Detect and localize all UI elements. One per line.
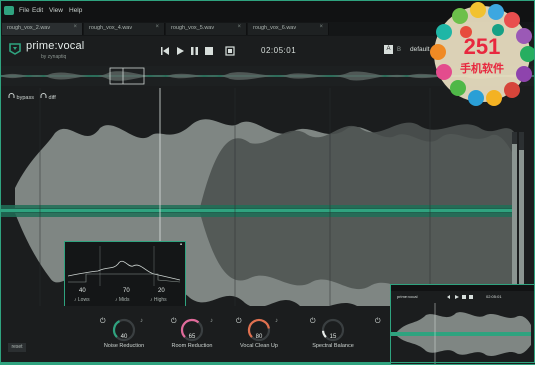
stop-icon[interactable] <box>205 47 213 55</box>
solo-icon[interactable]: ♪ <box>210 318 213 324</box>
thumbnail-product-name: prime:vocal <box>397 294 418 299</box>
highs-label[interactable]: ♪ Highs <box>150 297 167 303</box>
solo-icon[interactable]: ♪ <box>140 318 143 324</box>
thumbnail-preview: prime:vocal 02:05:01 <box>390 284 535 365</box>
thumbnail-menubar <box>391 285 535 291</box>
diff-toggle[interactable]: diff <box>40 93 56 101</box>
tab-file-2[interactable]: rough_vox_4.wav × <box>84 23 165 35</box>
vocal-clean-up-label: Vocal Clean Up <box>240 343 278 349</box>
time-display: 02:05:01 <box>261 46 297 55</box>
menu-file[interactable]: File <box>19 7 29 14</box>
noise-reduction-label: Noise Reduction <box>103 343 145 349</box>
bypass-toggle[interactable]: bypass <box>8 93 34 101</box>
thumbnail-waveform <box>391 303 535 364</box>
noise-reduction-popup: ▪ 40 70 20 ♪ Lows ♪ Mids ♪ Highs <box>64 241 186 308</box>
play-icon[interactable] <box>177 47 184 55</box>
close-icon[interactable]: × <box>237 24 241 30</box>
power-icon[interactable]: ⏻ <box>171 318 177 326</box>
diff-label: diff <box>48 95 56 101</box>
badge-number: 251 <box>464 34 501 59</box>
power-icon[interactable]: ⏻ <box>100 318 106 326</box>
solo-icon[interactable]: ♪ <box>275 318 278 324</box>
reset-button[interactable]: reset <box>8 343 26 352</box>
menu-view[interactable]: View <box>49 7 63 14</box>
app-icon <box>4 6 14 15</box>
close-icon[interactable]: ▪ <box>180 242 182 248</box>
preset-selector[interactable]: default <box>410 46 430 53</box>
power-icon[interactable]: ⏻ <box>310 318 316 326</box>
close-icon[interactable]: × <box>319 24 323 30</box>
ab-a-button[interactable]: A <box>384 45 393 54</box>
app-window: File Edit View Help rough_vox_2.wav × ro… <box>0 0 535 365</box>
badge-text: 手机软件 <box>460 61 504 75</box>
export-icon[interactable] <box>225 46 235 56</box>
mids-label[interactable]: ♪ Mids <box>115 297 129 303</box>
tab-file-3[interactable]: rough_vox_5.wav × <box>166 23 247 35</box>
noise-reduction-value: 40 <box>120 334 128 340</box>
ab-b-button[interactable]: B <box>397 47 401 53</box>
room-reduction-label: Room Reduction <box>171 343 213 349</box>
power-icon[interactable]: ⏻ <box>236 318 242 326</box>
menu-edit[interactable]: Edit <box>32 7 43 14</box>
product-vendor: by zynaptiq <box>41 54 67 60</box>
pause-icon[interactable] <box>191 47 198 55</box>
transport-controls <box>161 46 235 56</box>
spectrum-graph <box>68 246 180 286</box>
site-watermark-logo: 251 手机软件 <box>430 2 534 106</box>
room-reduction-value: 65 <box>188 334 196 340</box>
headphones-icon <box>8 93 15 98</box>
vocal-clean-up-value: 80 <box>255 334 263 340</box>
lows-label-text: Lows <box>77 297 90 303</box>
bypass-label: bypass <box>16 95 34 101</box>
logo-mark-icon <box>9 43 21 55</box>
thumbnail-time: 02:05:01 <box>486 294 502 299</box>
highs-value: 20 <box>158 288 165 294</box>
tab-label: rough_vox_6.wav <box>253 25 297 31</box>
tab-file-4[interactable]: rough_vox_6.wav × <box>248 23 329 35</box>
lows-value: 40 <box>79 288 86 294</box>
close-icon[interactable]: × <box>73 24 77 30</box>
lows-label[interactable]: ♪ Lows <box>74 297 90 303</box>
tab-label: rough_vox_4.wav <box>89 25 133 31</box>
product-name: prime:vocal <box>26 40 85 52</box>
menu-help[interactable]: Help <box>69 7 82 14</box>
spectral-balance-label: Spectral Balance <box>312 343 354 349</box>
close-icon[interactable]: × <box>155 24 159 30</box>
mids-value: 70 <box>123 288 130 294</box>
power-icon[interactable]: ⏻ <box>375 318 381 326</box>
tab-file-1[interactable]: rough_vox_2.wav × <box>2 23 83 35</box>
highs-label-text: Highs <box>153 297 167 303</box>
spectral-balance-value: 15 <box>329 334 337 340</box>
skip-back-icon[interactable] <box>161 47 169 55</box>
headphones-icon <box>40 93 47 98</box>
tab-label: rough_vox_5.wav <box>171 25 215 31</box>
mids-label-text: Mids <box>118 297 130 303</box>
tab-label: rough_vox_2.wav <box>7 25 51 31</box>
thumbnail-transport <box>447 295 473 299</box>
